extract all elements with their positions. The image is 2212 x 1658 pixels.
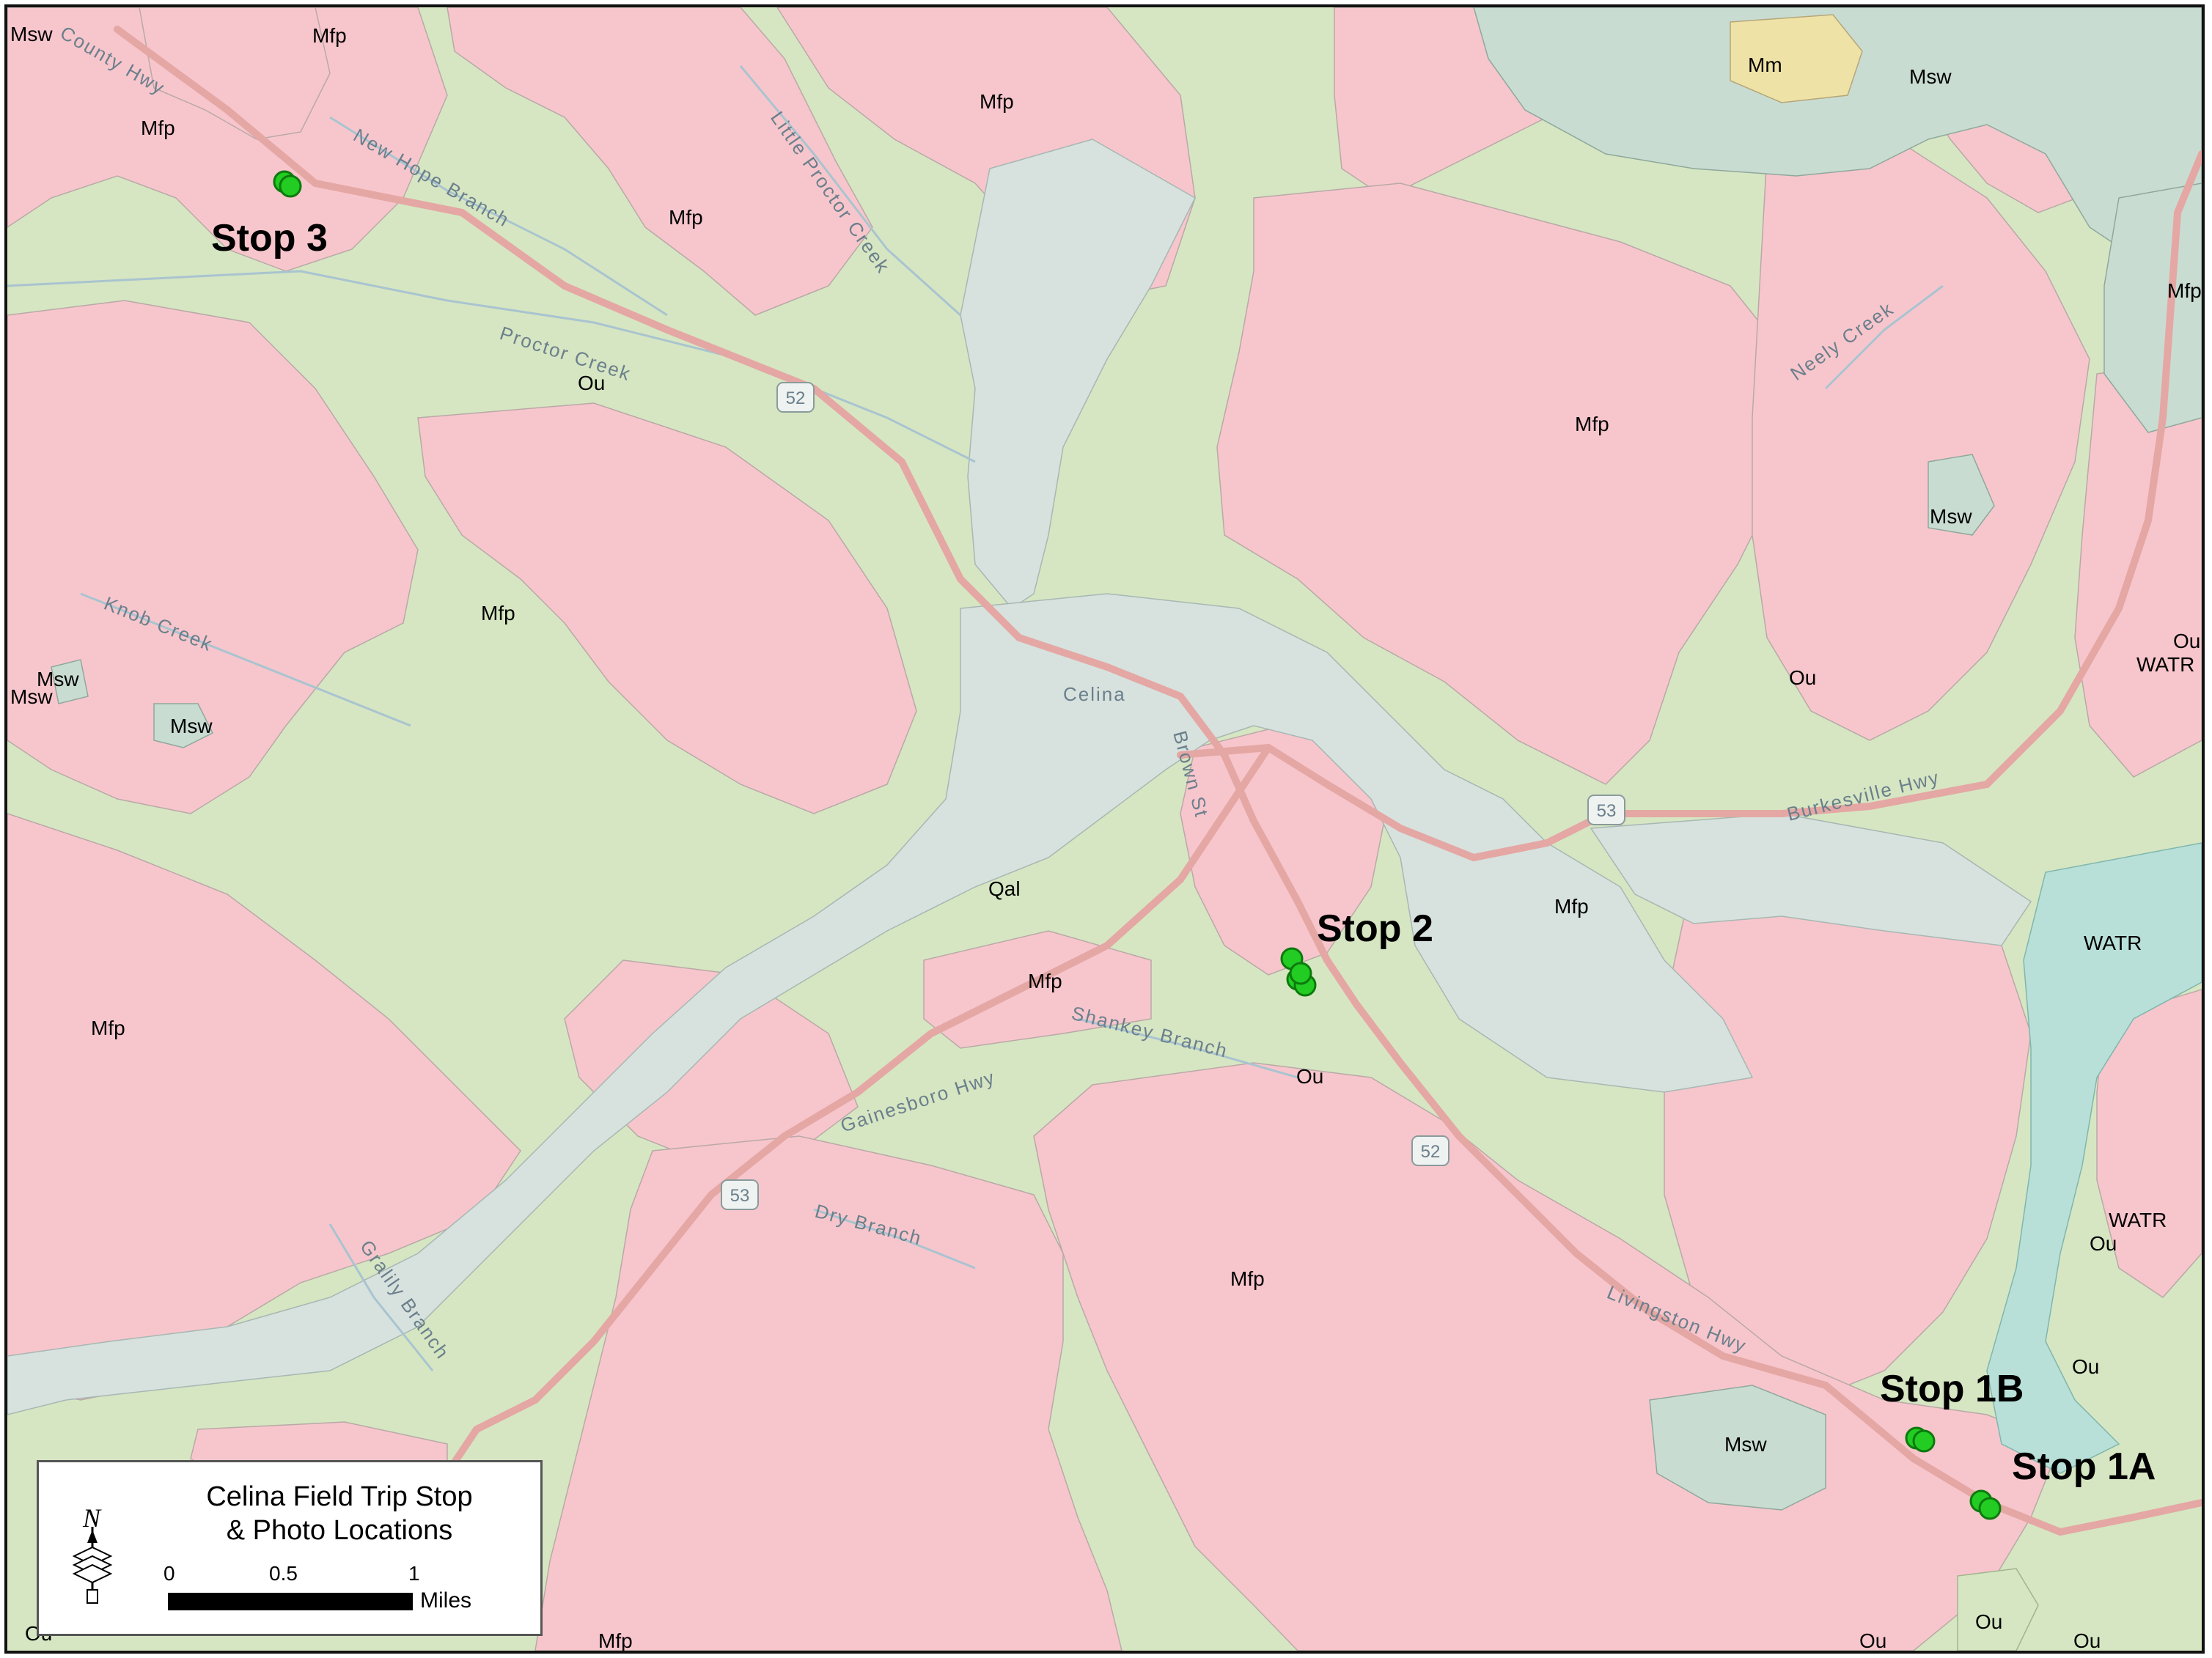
unit-label-msw: Msw (170, 715, 213, 737)
unit-label-ou: Ou (578, 372, 605, 394)
svg-text:53: 53 (730, 1186, 750, 1206)
stop-2-label: Stop 2 (1317, 907, 1433, 950)
stop-1a-label: Stop 1A (2012, 1445, 2156, 1488)
unit-label-mm: Mm (1748, 54, 1782, 76)
svg-text:52: 52 (786, 388, 806, 408)
scale-unit-label: Miles (420, 1588, 472, 1613)
legend-title-line2: & Photo Locations (226, 1515, 453, 1546)
geologic-map[interactable]: 52 52 53 53 Celina County Hwy New Hope B… (4, 4, 2205, 1654)
map-canvas: 52 52 53 53 Celina County Hwy New Hope B… (7, 7, 2202, 1651)
svg-text:52: 52 (1421, 1142, 1441, 1162)
unit-label-qal: Qal (988, 877, 1021, 900)
scale-tick-0: 0 (163, 1562, 175, 1585)
unit-label-ou: Ou (1975, 1610, 2002, 1633)
unit-label-ou: Ou (2073, 1629, 2101, 1651)
stop-1b-marker[interactable] (1912, 1429, 1936, 1453)
unit-label-watr: WATR (2109, 1209, 2167, 1231)
scale-bar (168, 1593, 413, 1610)
route-shield-53-b: 53 (721, 1179, 759, 1210)
unit-label-ou: Ou (1789, 666, 1816, 689)
unit-label-watr: WATR (2084, 932, 2142, 954)
svg-text:53: 53 (1597, 801, 1617, 821)
stop-3-marker[interactable] (279, 174, 302, 198)
scale-tick-1: 1 (408, 1562, 420, 1585)
unit-label-mfp: Mfp (312, 24, 347, 47)
unit-label-ou: Ou (1296, 1065, 1323, 1088)
unit-label-mfp: Mfp (91, 1017, 125, 1039)
scale-tick-half: 0.5 (269, 1562, 298, 1585)
route-shield-52-b: 52 (1411, 1135, 1449, 1166)
unit-label-mfp: Mfp (980, 90, 1014, 113)
scale-tick-labels: 0 0.5 1 (163, 1562, 457, 1587)
stop-1b-label: Stop 1B (1880, 1368, 2024, 1410)
map-legend: Celina Field Trip Stop & Photo Locations… (37, 1460, 543, 1636)
unit-label-mfp: Mfp (1028, 970, 1062, 992)
unit-label-mfp: Mfp (2167, 279, 2202, 302)
unit-label-msw: Msw (10, 23, 53, 45)
unit-label-mfp: Mfp (481, 602, 515, 624)
stop-2-marker[interactable] (1289, 962, 1312, 985)
route-shield-53-a: 53 (1587, 795, 1625, 825)
unit-label-ou: Ou (1859, 1629, 1886, 1651)
unit-label-ou: Ou (2072, 1355, 2099, 1378)
route-shield-52-a: 52 (776, 382, 815, 413)
unit-label-watr: WATR (2136, 653, 2194, 676)
unit-label-mfp: Mfp (141, 117, 175, 139)
unit-label-msw: Msw (1909, 65, 1952, 88)
unit-label-ou: Ou (2090, 1232, 2117, 1255)
north-arrow-icon: N (72, 1503, 113, 1604)
stop-3-label: Stop 3 (211, 217, 328, 259)
unit-label-mfp: Mfp (669, 206, 703, 229)
unit-label-mfp: Mfp (1575, 413, 1609, 435)
town-label-celina: Celina (1063, 683, 1126, 705)
unit-label-ou: Ou (2173, 630, 2200, 652)
stop-1a-marker[interactable] (1978, 1497, 2002, 1520)
unit-label-mfp: Mfp (598, 1629, 633, 1651)
unit-label-msw: Msw (1930, 505, 1972, 528)
unit-label-msw: Msw (10, 685, 53, 708)
unit-label-mfp: Mfp (1230, 1267, 1265, 1290)
unit-label-mfp: Mfp (1554, 895, 1589, 918)
legend-title: Celina Field Trip Stop & Photo Locations (149, 1480, 530, 1547)
legend-title-line1: Celina Field Trip Stop (206, 1481, 473, 1512)
unit-label-msw: Msw (1724, 1433, 1767, 1456)
